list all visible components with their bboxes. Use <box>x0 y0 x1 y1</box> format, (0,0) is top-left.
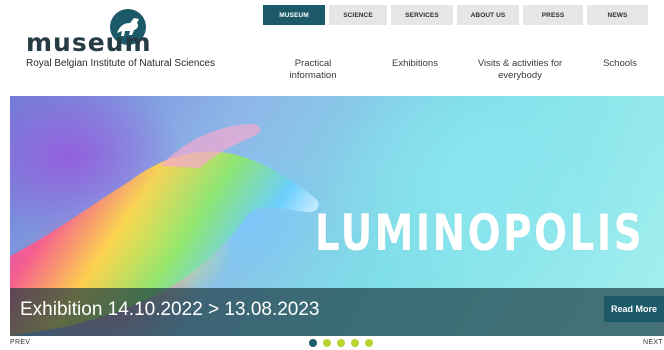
subnav-exhibitions[interactable]: Exhibitions <box>383 58 447 70</box>
next-button[interactable]: NEXT <box>643 339 663 346</box>
subnav-schools[interactable]: Schools <box>596 58 644 70</box>
hero-caption-bar: Exhibition 14.10.2022 > 13.08.2023 <box>10 288 664 336</box>
tab-news[interactable]: NEWS <box>587 5 648 25</box>
subnav-visits-activities[interactable]: Visits & activities for everybody <box>470 58 570 82</box>
museum-logo[interactable]: museum <box>26 8 166 57</box>
tab-press[interactable]: PRESS <box>523 5 583 25</box>
carousel-dots <box>309 339 373 347</box>
subnav-practical-information[interactable]: Practical information <box>270 58 356 82</box>
tab-services[interactable]: SERVICES <box>391 5 453 25</box>
read-more-button[interactable]: Read More <box>604 296 664 322</box>
exhibition-dates: Exhibition 14.10.2022 > 13.08.2023 <box>20 299 320 320</box>
logo-wordmark: museum <box>26 28 152 57</box>
carousel-dot-1[interactable] <box>309 339 317 347</box>
tab-science[interactable]: SCIENCE <box>329 5 387 25</box>
carousel-pager: PREV NEXT <box>0 336 664 350</box>
carousel-dot-5[interactable] <box>365 339 373 347</box>
tab-museum[interactable]: MUSEUM <box>263 5 325 25</box>
hero-banner[interactable]: LUMINOPOLIS Exhibition 14.10.2022 > 13.0… <box>10 96 664 336</box>
carousel-dot-2[interactable] <box>323 339 331 347</box>
carousel-dot-3[interactable] <box>337 339 345 347</box>
tab-about-us[interactable]: ABOUT US <box>457 5 519 25</box>
carousel-dot-4[interactable] <box>351 339 359 347</box>
prev-button[interactable]: PREV <box>10 339 30 346</box>
hero-title: LUMINOPOLIS <box>314 204 644 262</box>
institute-tagline: Royal Belgian Institute of Natural Scien… <box>26 58 215 69</box>
